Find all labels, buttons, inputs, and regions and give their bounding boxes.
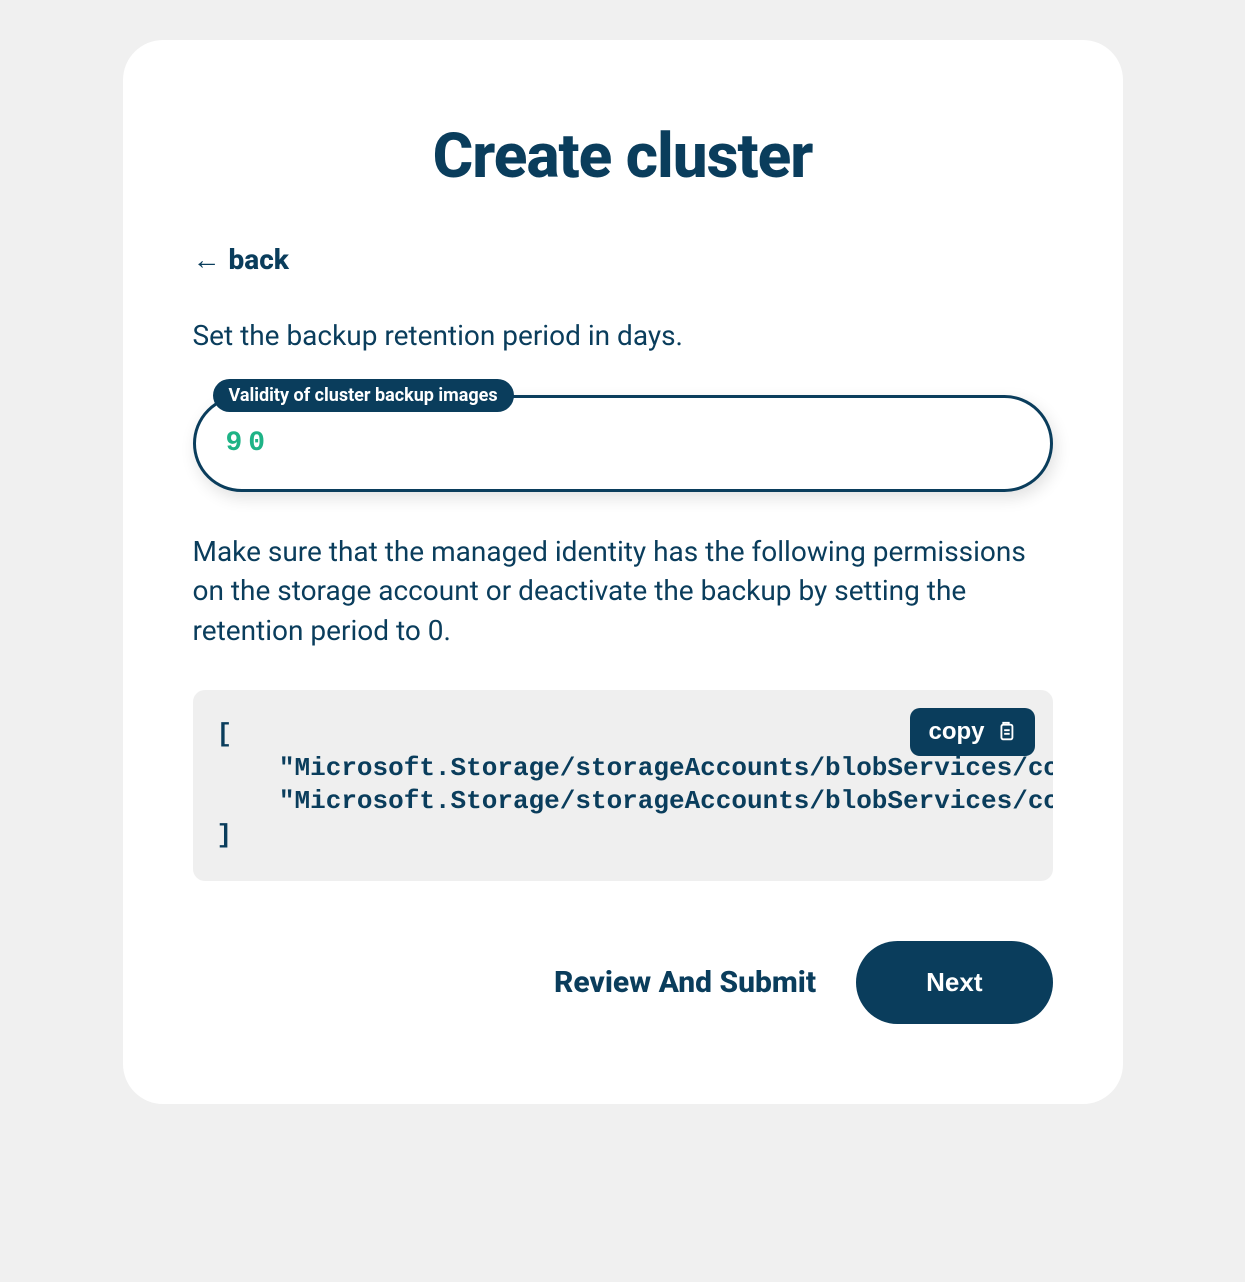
retention-description: Set the backup retention period in days.	[193, 316, 1053, 355]
code-block[interactable]: copy [ "Microsoft.Storage/storageAccount…	[193, 690, 1053, 881]
page-title: Create cluster	[193, 120, 1053, 193]
footer-actions: Review And Submit Next	[193, 941, 1053, 1024]
review-submit-button[interactable]: Review And Submit	[554, 965, 816, 1000]
clipboard-icon	[995, 721, 1017, 743]
next-button[interactable]: Next	[856, 941, 1052, 1024]
permissions-description: Make sure that the managed identity has …	[193, 532, 1053, 650]
back-button[interactable]: ← back	[193, 243, 289, 276]
retention-input-wrapper: Validity of cluster backup images	[193, 395, 1053, 492]
copy-button[interactable]: copy	[910, 708, 1034, 756]
input-label-badge: Validity of cluster backup images	[213, 379, 514, 412]
wizard-card: Create cluster ← back Set the backup ret…	[123, 40, 1123, 1104]
copy-button-label: copy	[928, 718, 984, 746]
code-content: [ "Microsoft.Storage/storageAccounts/blo…	[217, 718, 1029, 853]
back-label: back	[229, 243, 289, 276]
arrow-left-icon: ←	[193, 243, 221, 276]
